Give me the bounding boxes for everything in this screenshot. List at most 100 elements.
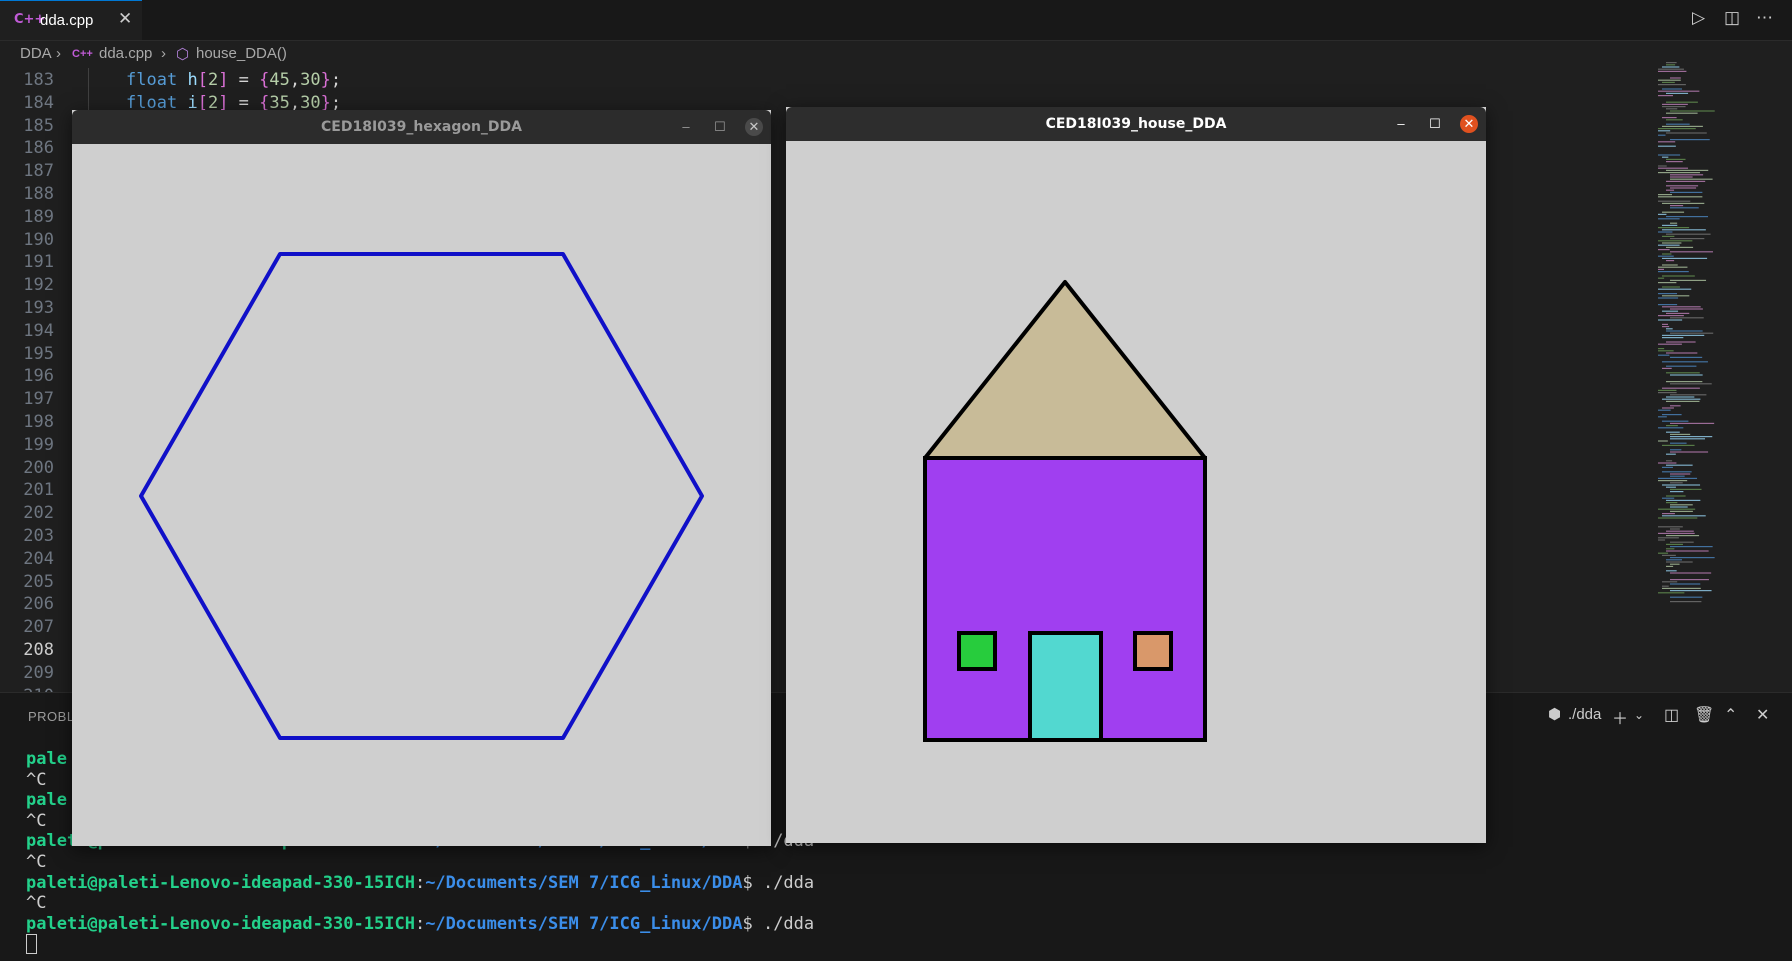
minimap-line bbox=[1662, 387, 1700, 389]
window-titlebar[interactable]: CED18I039_house_DDA – ☐ ✕ bbox=[786, 107, 1486, 141]
terminal-cursor bbox=[26, 934, 37, 955]
minimap-line bbox=[1658, 154, 1681, 156]
tab-problems[interactable]: PROBL bbox=[28, 709, 75, 724]
minimap-line bbox=[1670, 332, 1714, 334]
split-editor-icon[interactable]: ◫ bbox=[1724, 8, 1740, 28]
line-number: 190 bbox=[23, 229, 54, 250]
minimap-line bbox=[1666, 425, 1678, 427]
editor-tab-bar: C++ dda.cpp ✕ ▷ ◫ ⋯ bbox=[0, 0, 1792, 41]
minimap-line bbox=[1662, 326, 1670, 328]
minimap-line bbox=[1670, 77, 1681, 79]
minimap-line bbox=[1666, 123, 1690, 125]
minimap-line bbox=[1662, 361, 1708, 363]
minimap-line bbox=[1662, 466, 1673, 468]
breadcrumb-folder[interactable]: DDA bbox=[20, 45, 52, 62]
minimap-line bbox=[1670, 541, 1694, 543]
minimap-line bbox=[1666, 502, 1678, 504]
line-number: 193 bbox=[23, 298, 54, 318]
run-icon[interactable]: ▷ bbox=[1692, 8, 1705, 28]
minimize-icon[interactable]: – bbox=[677, 118, 695, 136]
minimap-line bbox=[1670, 383, 1712, 385]
window-titlebar[interactable]: CED18I039_hexagon_DDA – ☐ ✕ bbox=[72, 110, 771, 144]
minimap-line bbox=[1666, 246, 1694, 248]
minimap-line bbox=[1662, 420, 1689, 422]
minimap-line bbox=[1666, 372, 1700, 374]
minimap-line bbox=[1670, 583, 1701, 585]
minimap-line bbox=[1658, 266, 1688, 268]
minimap-line bbox=[1658, 526, 1683, 528]
minimap-line bbox=[1666, 486, 1676, 488]
close-icon[interactable]: ✕ bbox=[1756, 705, 1769, 725]
minimap-line bbox=[1662, 554, 1676, 556]
minimap-line bbox=[1670, 475, 1685, 477]
minimap-line bbox=[1670, 557, 1715, 559]
cpp-file-icon: C++ bbox=[72, 48, 93, 60]
minimap[interactable] bbox=[1656, 62, 1776, 622]
minimap-line bbox=[1658, 218, 1680, 220]
minimap-line bbox=[1658, 84, 1686, 86]
minimap-line bbox=[1658, 552, 1669, 554]
minimap-line bbox=[1658, 249, 1670, 251]
trash-icon[interactable]: 🗑 bbox=[1694, 705, 1714, 725]
minimap-line bbox=[1658, 532, 1695, 534]
minimap-line bbox=[1662, 66, 1680, 68]
minimap-line bbox=[1670, 433, 1691, 435]
minimize-icon[interactable]: – bbox=[1392, 115, 1410, 133]
breadcrumb-file[interactable]: dda.cpp bbox=[99, 45, 152, 62]
minimap-line bbox=[1666, 352, 1698, 354]
line-number: 200 bbox=[23, 457, 54, 478]
minimap-line bbox=[1658, 277, 1665, 279]
terminal-prompt-line: paleti@paleti-Lenovo-ideapad-330-15ICH:~… bbox=[26, 913, 815, 934]
window-title: CED18I039_hexagon_DDA bbox=[321, 119, 522, 135]
minimap-line bbox=[1666, 260, 1675, 262]
close-icon[interactable]: ✕ bbox=[745, 118, 763, 136]
maximize-icon[interactable]: ☐ bbox=[1426, 115, 1444, 133]
chevron-up-icon[interactable]: ⌃ bbox=[1724, 705, 1737, 725]
minimap-line bbox=[1658, 350, 1674, 352]
minimap-line bbox=[1666, 548, 1675, 550]
cube-symbol-icon: ⬡ bbox=[176, 46, 190, 63]
line-number: 207 bbox=[23, 617, 54, 638]
close-icon[interactable]: ✕ bbox=[118, 9, 132, 29]
minimap-line bbox=[1670, 317, 1704, 319]
minimap-line bbox=[1658, 319, 1683, 321]
minimap-line bbox=[1658, 240, 1693, 242]
minimap-line bbox=[1670, 528, 1680, 530]
minimap-line bbox=[1666, 535, 1700, 537]
tab-dda-cpp[interactable]: C++ dda.cpp ✕ bbox=[0, 0, 142, 40]
minimap-line bbox=[1666, 233, 1711, 235]
minimap-line bbox=[1658, 315, 1684, 317]
terminal-name[interactable]: ./dda bbox=[1568, 706, 1601, 723]
window-title: CED18I039_house_DDA bbox=[1045, 116, 1227, 132]
add-icon[interactable]: ＋ bbox=[1612, 705, 1628, 729]
minimap-line bbox=[1662, 310, 1679, 312]
minimap-line bbox=[1666, 530, 1694, 532]
close-icon[interactable]: ✕ bbox=[1460, 115, 1478, 133]
chevron-down-icon[interactable]: ⌄ bbox=[1634, 708, 1644, 722]
minimap-line bbox=[1662, 106, 1686, 108]
line-number: 209 bbox=[23, 662, 54, 683]
minimap-line bbox=[1658, 427, 1684, 429]
minimap-line bbox=[1658, 539, 1666, 541]
minimap-line bbox=[1670, 356, 1703, 358]
minimap-line bbox=[1658, 288, 1692, 290]
minimap-line bbox=[1666, 328, 1673, 330]
minimap-line bbox=[1670, 174, 1704, 176]
breadcrumb-symbol[interactable]: house_DDA() bbox=[196, 45, 287, 62]
minimap-line bbox=[1670, 422, 1715, 424]
house-window[interactable]: CED18I039_house_DDA – ☐ ✕ bbox=[786, 107, 1486, 843]
minimap-line bbox=[1670, 449, 1682, 451]
minimap-line bbox=[1662, 275, 1695, 277]
minimap-line bbox=[1658, 196, 1703, 198]
hexagon-window[interactable]: CED18I039_hexagon_DDA – ☐ ✕ bbox=[72, 110, 771, 846]
minimap-line bbox=[1670, 279, 1707, 281]
more-actions-icon[interactable]: ⋯ bbox=[1756, 8, 1773, 28]
minimap-line bbox=[1658, 268, 1665, 270]
minimap-line bbox=[1658, 95, 1673, 97]
maximize-icon[interactable]: ☐ bbox=[711, 118, 729, 136]
terminal-prompt-line: paleti@paleti-Lenovo-ideapad-330-15ICH:~… bbox=[26, 872, 815, 893]
minimap-line bbox=[1662, 471, 1692, 473]
minimap-line bbox=[1666, 180, 1706, 182]
minimap-line bbox=[1658, 227, 1690, 229]
split-icon[interactable]: ◫ bbox=[1664, 705, 1679, 725]
